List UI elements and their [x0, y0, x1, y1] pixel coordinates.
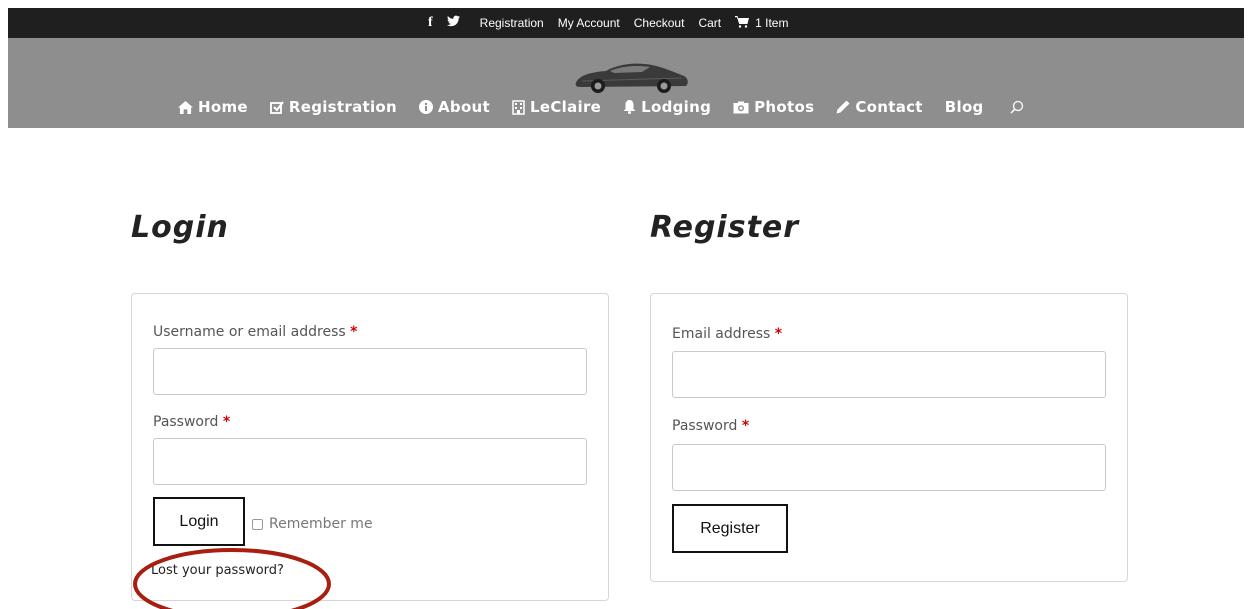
nav-item-label: Home [198, 98, 248, 116]
login-password-label-text: Password [153, 414, 219, 430]
info-icon [419, 100, 433, 114]
cart-icon [735, 15, 750, 31]
remember-me-checkbox[interactable] [252, 518, 263, 530]
login-heading: Login [131, 210, 229, 245]
check-square-icon [269, 100, 284, 114]
top-link-cart[interactable]: Cart [698, 16, 721, 30]
nav-item-registration[interactable]: Registration [269, 98, 397, 116]
main-header: Home Registration About LeClaire Lodging [8, 38, 1244, 128]
username-input[interactable] [153, 348, 587, 395]
required-marker: * [222, 414, 231, 430]
bell-icon [623, 100, 636, 114]
nav-item-label: About [438, 98, 491, 116]
login-form: Username or email address * Password * L… [131, 293, 609, 601]
top-link-registration[interactable]: Registration [480, 16, 544, 30]
pencil-icon [836, 100, 850, 114]
search-icon[interactable] [1010, 100, 1024, 114]
nav-item-about[interactable]: About [419, 98, 490, 116]
lost-password-link[interactable]: Lost your password? [151, 563, 284, 578]
register-button[interactable]: Register [672, 504, 788, 553]
register-password-input[interactable] [672, 444, 1106, 491]
register-password-label-text: Password [672, 418, 738, 434]
register-heading: Register [650, 210, 800, 245]
required-marker: * [741, 418, 750, 434]
required-marker: * [774, 326, 783, 342]
required-marker: * [350, 324, 358, 340]
email-label-text: Email address [672, 326, 771, 342]
top-link-my-account[interactable]: My Account [558, 16, 620, 30]
twitter-icon[interactable] [446, 15, 460, 31]
top-link-checkout[interactable]: Checkout [634, 16, 685, 30]
username-label: Username or email address * [153, 324, 357, 340]
facebook-icon[interactable]: f [428, 15, 433, 31]
camera-icon [733, 101, 749, 114]
login-button[interactable]: Login [153, 497, 245, 546]
register-password-label: Password * [672, 418, 749, 434]
nav-item-blog[interactable]: Blog [945, 98, 984, 116]
username-label-text: Username or email address [153, 324, 346, 340]
cart-items-link[interactable]: 1 Item [735, 15, 789, 31]
remember-me[interactable]: Remember me [252, 516, 373, 532]
top-bar: f Registration My Account Checkout Cart … [8, 8, 1244, 38]
nav-item-label: Registration [288, 98, 397, 116]
email-label: Email address * [672, 326, 782, 342]
nav-item-label: Blog [944, 98, 984, 116]
nav-item-leclaire[interactable]: LeClaire [512, 98, 601, 116]
nav-item-home[interactable]: Home [178, 98, 248, 116]
nav-item-label: Contact [855, 98, 923, 116]
top-bar-links: f Registration My Account Checkout Cart … [428, 8, 788, 38]
main-nav: Home Registration About LeClaire Lodging [178, 98, 1024, 116]
register-form: Email address * Password * Register [650, 293, 1128, 582]
social-links: f [428, 15, 460, 31]
login-password-input[interactable] [153, 438, 587, 485]
login-password-label: Password * [153, 414, 230, 430]
nav-item-label: Photos [754, 98, 815, 116]
nav-item-photos[interactable]: Photos [733, 98, 814, 116]
email-input[interactable] [672, 351, 1106, 398]
building-icon [512, 99, 525, 115]
nav-item-contact[interactable]: Contact [836, 98, 922, 116]
nav-item-lodging[interactable]: Lodging [623, 98, 711, 116]
home-icon [178, 100, 193, 114]
nav-item-label: LeClaire [530, 98, 602, 116]
nav-item-label: Lodging [641, 98, 712, 116]
site-logo[interactable] [570, 56, 692, 96]
cart-count: 1 Item [755, 16, 789, 30]
remember-me-label: Remember me [269, 516, 373, 532]
